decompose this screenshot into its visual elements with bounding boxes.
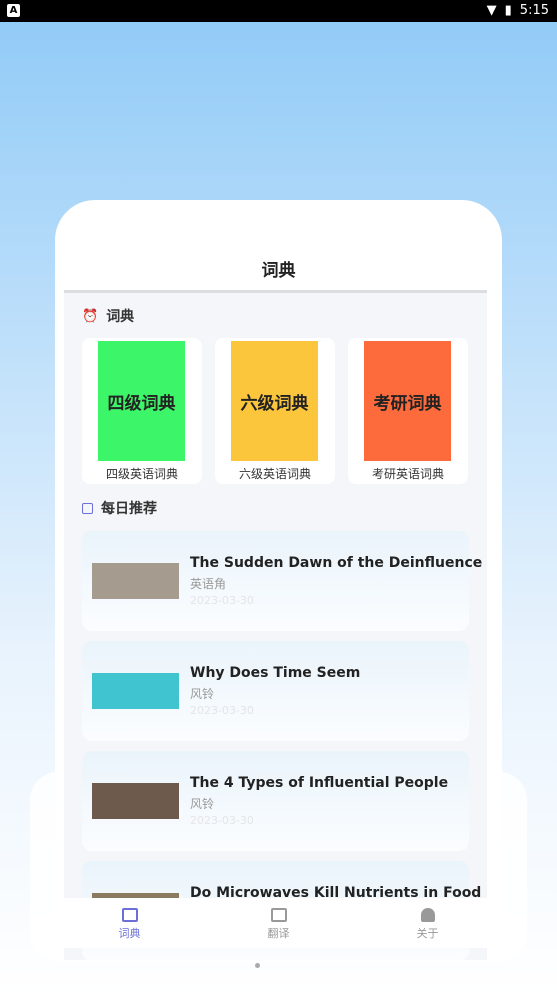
section-title: 每日推荐 [101,501,157,517]
app-notification-icon: A [7,4,20,17]
article-date: 2023-03-30 [190,594,254,607]
nav-label: 词典 [118,927,141,940]
dict-label: 考研英语词典 [371,467,444,481]
dict-cover: 四级词典 [98,341,185,461]
page-title: 词典 [261,261,296,281]
status-time: 5:15 [519,3,549,18]
dict-label: 四级英语词典 [105,467,178,481]
article-source: 风铃 [190,797,215,811]
article-card[interactable]: The Sudden Dawn of the Deinfluence 英语角 202… [82,531,482,631]
content[interactable]: ⏰ 词典 四级词典四级英语词典 六级词典六级英语词典 考研词典考研英语词典 每日… [64,293,487,960]
nav-label: 翻译 [267,927,290,940]
section-title: 词典 [106,309,135,325]
article-date: 2023-03-30 [190,814,254,827]
article-thumbnail [92,563,179,599]
alarm-clock-icon: ⏰ [82,308,99,324]
daily-section-header: 每日推荐 [82,498,157,518]
dict-cover: 六级词典 [231,341,318,461]
page-indicator [255,963,260,968]
article-source: 风铃 [190,687,215,701]
article-title: Why Does Time Seem [190,665,361,681]
status-bar: A ▼ ▮ 5:15 [0,0,557,22]
dict-cover: 考研词典 [364,341,451,461]
dict-card-cet6[interactable]: 六级词典六级英语词典 [215,338,335,484]
wifi-icon: ▼ [486,3,497,18]
article-title: The 4 Types of Influential People [190,775,449,791]
article-card[interactable]: Why Does Time Seem 风铃 2023-03-30 [82,641,469,741]
article-title: The Sudden Dawn of the Deinfluence [190,555,483,571]
article-thumbnail [92,673,179,709]
person-icon [420,908,435,922]
nav-item-translate[interactable]: 翻译 [204,898,353,948]
dict-card-cet4[interactable]: 四级词典四级英语词典 [82,338,202,484]
dict-label: 六级英语词典 [238,467,311,481]
dict-card-kaoyan[interactable]: 考研词典考研英语词典 [348,338,468,484]
article-date: 2023-03-30 [190,704,254,717]
dict-section-header: ⏰ 词典 [82,306,134,326]
app-screen: 词典 ⏰ 词典 四级词典四级英语词典 六级词典六级英语词典 考研词典考研英语词典… [55,200,502,960]
dictionary-icon [121,908,138,922]
list-icon [82,502,93,514]
battery-icon: ▮ [504,3,512,18]
translate-icon [270,908,287,922]
article-card[interactable]: The 4 Types of Influential People 风铃 2023-… [82,751,469,851]
article-thumbnail [92,783,179,819]
nav-item-dictionary[interactable]: 词典 [55,898,204,948]
article-source: 英语角 [190,577,227,591]
nav-label: 关于 [416,927,439,940]
nav-item-about[interactable]: 关于 [353,898,502,948]
bottom-nav: 词典 翻译 关于 [55,898,502,948]
